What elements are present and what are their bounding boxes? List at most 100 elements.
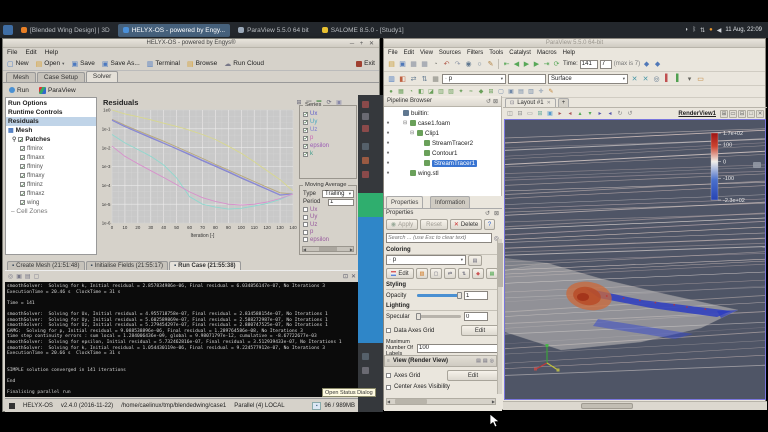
- exit-button[interactable]: Exit: [356, 60, 375, 67]
- rotate-90-ccw-icon[interactable]: ↺: [626, 110, 634, 118]
- console-tab-create[interactable]: ▪Create Mesh (21:51:48): [7, 261, 85, 270]
- camera-minus-y-icon[interactable]: ▾: [586, 110, 594, 118]
- reset-camera-icon[interactable]: ✕: [630, 74, 639, 83]
- choose-preset-icon[interactable]: ▦: [431, 74, 440, 83]
- edit-color-icon[interactable]: ✎: [486, 60, 495, 69]
- render-viewport[interactable]: 1.7e+021000-100-2.3e+02: [504, 119, 766, 400]
- ma-checkbox-Uz[interactable]: [303, 222, 308, 227]
- bluetooth-icon[interactable]: ᛒ: [693, 27, 697, 34]
- paste-view-icon[interactable]: ▤: [483, 358, 488, 364]
- browse-button[interactable]: ▤Browse: [187, 60, 217, 68]
- select-frustum-icon[interactable]: ▤: [517, 88, 525, 96]
- wing-checkbox[interactable]: [20, 200, 25, 205]
- pv-menu-filters[interactable]: Filters: [467, 50, 483, 56]
- pv-menu-macros[interactable]: Macros: [537, 50, 557, 56]
- expander-icon[interactable]: ⊟: [403, 120, 408, 126]
- expander-icon[interactable]: ⊟: [410, 130, 415, 136]
- run-button[interactable]: Run: [9, 87, 29, 94]
- select-surface-points-icon[interactable]: ▣: [507, 88, 515, 96]
- help-button[interactable]: ?: [484, 219, 495, 230]
- view-window-button-4[interactable]: ✕: [756, 110, 764, 118]
- next-frame-icon[interactable]: ▶: [532, 60, 541, 69]
- opacity-slider[interactable]: [417, 294, 461, 297]
- tab-layout1[interactable]: ⊡ Layout #1 ✕: [505, 98, 556, 107]
- new-button[interactable]: ▢New: [7, 60, 29, 68]
- pipeline-item-StreamTracer2[interactable]: ●StreamTracer2: [384, 138, 501, 148]
- representation-combo[interactable]: Surface▾: [548, 74, 628, 84]
- ffmaxx-checkbox[interactable]: [20, 155, 25, 160]
- ffminx-checkbox[interactable]: [20, 146, 25, 151]
- pv-menu-tools[interactable]: Tools: [489, 50, 503, 56]
- task-salome[interactable]: SALOME 8.5.0 - [Study1]: [317, 24, 409, 37]
- close-layout-icon[interactable]: ✕: [547, 100, 551, 106]
- reset-button[interactable]: Reset: [420, 219, 448, 230]
- component-combo[interactable]: [508, 74, 546, 84]
- nav-patch-ffminz[interactable]: ffminz: [6, 180, 96, 189]
- status-dialog-button[interactable]: ▪: [312, 402, 321, 410]
- paraview-titlebar[interactable]: ParaView 5.5.0 64-bit: [384, 39, 765, 48]
- ma-period-input[interactable]: [328, 199, 354, 206]
- camera-minus-x-icon[interactable]: ◂: [566, 110, 574, 118]
- apply-button[interactable]: ◉ Apply: [386, 219, 418, 230]
- data-axes-grid-edit-button[interactable]: Edit: [461, 325, 499, 336]
- axes-grid-checkbox[interactable]: [386, 373, 391, 378]
- clip-filter-icon[interactable]: ◧: [417, 88, 425, 96]
- max-labels-input[interactable]: [417, 344, 499, 353]
- calculator-filter-icon[interactable]: ▦: [397, 88, 405, 96]
- console-tab-initialise[interactable]: ▪Initialise Fields (21:55:17): [86, 261, 169, 270]
- zoom-to-data-icon[interactable]: ✕: [641, 74, 650, 83]
- pv-menu-view[interactable]: View: [420, 50, 433, 56]
- rotate-90-cw-icon[interactable]: ↻: [616, 110, 624, 118]
- opacity-value-input[interactable]: [464, 291, 488, 300]
- specular-value-input[interactable]: [464, 312, 488, 321]
- helyx-titlebar[interactable]: HELYX-OS - powered by Engys® ─ + ✕: [3, 39, 379, 48]
- zoom-box-icon[interactable]: ◎: [652, 74, 661, 83]
- redo-icon[interactable]: ↷: [453, 60, 462, 69]
- center-axes-visibility-checkbox[interactable]: [386, 385, 391, 390]
- delete-button[interactable]: ✕ Delete: [450, 219, 482, 230]
- helyx-menu-file[interactable]: File: [7, 49, 17, 56]
- helyx-menu-edit[interactable]: Edit: [25, 49, 36, 56]
- wrap-log-icon[interactable]: ▢: [34, 273, 40, 280]
- split-vertical-icon[interactable]: ⊟: [516, 110, 524, 118]
- rescale-data-range-icon[interactable]: ⇄: [409, 74, 418, 83]
- link-views-icon[interactable]: ◆: [653, 60, 662, 69]
- pipeline-close-icon[interactable]: ⊠: [493, 98, 498, 105]
- nav-patch-ffminx[interactable]: ffminx: [6, 144, 96, 153]
- stream-tracer-icon[interactable]: ≈: [467, 88, 475, 96]
- solver-log-terminal[interactable]: smoothSolver: Solving for k, Initial res…: [5, 282, 359, 397]
- split-horizontal-icon[interactable]: ◫: [506, 110, 514, 118]
- nav-patch-ffmaxy[interactable]: ffmaxy: [6, 171, 96, 180]
- group-datasets-icon[interactable]: ⊞: [487, 88, 495, 96]
- pipeline-item-case1foam[interactable]: ●⊟case1.foam: [384, 118, 501, 128]
- color-field-combo[interactable]: ◦p▾: [442, 74, 506, 84]
- rescale-custom-button[interactable]: ⇅: [458, 268, 470, 279]
- loop-icon[interactable]: ⟳: [552, 60, 561, 69]
- copy-view-icon[interactable]: ▤: [476, 358, 481, 364]
- pen-annotation-icon[interactable]: ✎: [547, 88, 555, 96]
- series-checkbox-Uz[interactable]: [303, 128, 308, 133]
- visibility-eye-icon[interactable]: ●: [384, 130, 392, 136]
- pipeline-item-StreamTracer1[interactable]: ●StreamTracer1: [384, 158, 501, 168]
- helyx-window-buttons[interactable]: ─ + ✕: [350, 40, 376, 47]
- select-block-icon[interactable]: ▥: [527, 88, 535, 96]
- update-icon[interactable]: ●: [709, 27, 713, 34]
- series-checkbox-Uy[interactable]: [303, 120, 308, 125]
- tab-information[interactable]: Information: [430, 196, 470, 208]
- nav-run-options[interactable]: Run Options: [6, 99, 96, 108]
- pipeline-item-builtin[interactable]: builtin:: [384, 108, 501, 118]
- nav-patches[interactable]: ⚲Patches: [6, 135, 96, 144]
- nav-runtime-controls[interactable]: Runtime Controls: [6, 108, 96, 117]
- task-paraview[interactable]: ParaView 5.5.0 64 bit: [233, 24, 314, 37]
- fullscreen-icon[interactable]: ⊞: [536, 110, 544, 118]
- view-window-button-2[interactable]: ⊟: [738, 110, 746, 118]
- nav-mesh[interactable]: ▦Mesh: [6, 126, 96, 135]
- detach-console-icon[interactable]: ⊡: [343, 273, 348, 280]
- view-window-button-3[interactable]: □: [747, 110, 755, 118]
- scroll-left-icon[interactable]: ◀: [303, 247, 306, 252]
- run-cloud-button[interactable]: ☁Run Cloud: [224, 60, 264, 68]
- specular-slider[interactable]: [417, 315, 461, 318]
- reset-view-defaults-icon[interactable]: ◎: [490, 358, 494, 364]
- visibility-eye-icon[interactable]: ●: [384, 160, 392, 166]
- properties-hscrollbar[interactable]: ◀ ▶: [386, 398, 496, 405]
